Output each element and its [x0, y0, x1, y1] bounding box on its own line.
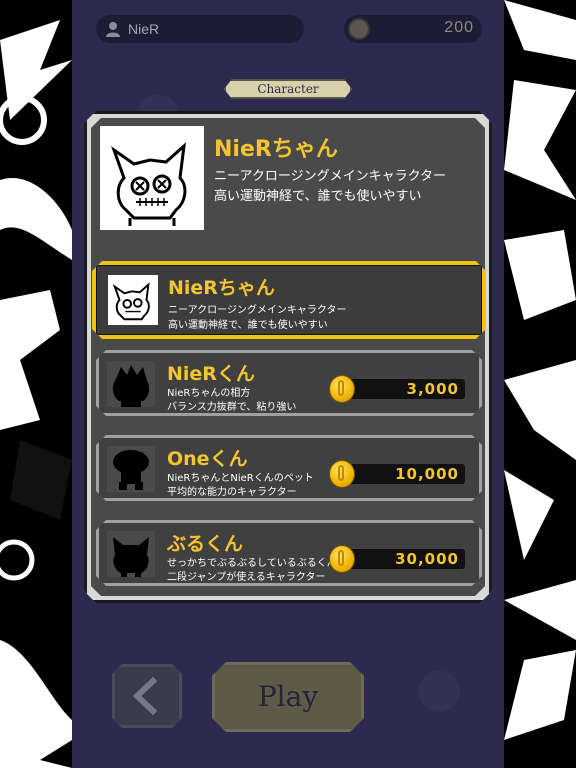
character-desc-line2: バランス力抜群で、粘り強い [167, 402, 297, 413]
selected-character-portrait [100, 126, 204, 230]
selected-character-name: NieRちゃん [214, 137, 338, 162]
character-desc-line1: NieRちゃんの相方 [167, 388, 251, 399]
buru-kun-silhouette [107, 531, 155, 577]
section-title: Character [224, 79, 352, 99]
user-bar: NieR [96, 15, 304, 43]
character-price: 10,000 [395, 465, 459, 483]
character-desc-line2: 高い運動神経で、誰でも使いやすい [168, 320, 328, 331]
selected-character-desc-line2: 高い運動神経で、誰でも使いやすい [214, 189, 422, 204]
coin-icon [329, 545, 355, 573]
character-name: Oneくん [167, 448, 248, 470]
one-kun-silhouette [107, 446, 155, 492]
coin-balance: 200 [444, 19, 474, 36]
character-row-buru-kun[interactable]: ぶるくん せっかちでぶるぶるしているぶるくん 二段ジャンプが使えるキャラクター … [96, 520, 482, 586]
character-desc-line1: ニーアクロージングメインキャラクター [168, 305, 347, 316]
coin-icon [348, 18, 370, 40]
character-price: 3,000 [406, 380, 459, 398]
character-desc-line2: 平均的な能力のキャラクター [167, 487, 297, 498]
character-desc-line2: 二段ジャンプが使えるキャラクター [167, 572, 326, 583]
coin-balance-bar: 200 [344, 15, 482, 43]
coin-icon [329, 375, 355, 403]
price-tag: 30,000 [337, 549, 465, 569]
nier-chan-thumbnail [108, 275, 158, 325]
character-row-nier-kun[interactable]: NieRくん NieRちゃんの相方 バランス力抜群で、粘り強い 3,000 [96, 350, 482, 416]
chevron-left-icon [115, 667, 179, 725]
nier-kun-silhouette [107, 361, 155, 407]
character-desc-line1: NieRちゃんとNieRくんのペット [167, 473, 314, 484]
selected-character-desc-line1: ニーアクロージングメインキャラクター [214, 169, 447, 184]
character-row-one-kun[interactable]: Oneくん NieRちゃんとNieRくんのペット 平均的な能力のキャラクター 1… [96, 435, 482, 501]
character-name: NieRくん [167, 363, 255, 385]
price-tag: 10,000 [337, 464, 465, 484]
character-name: ぶるくん [167, 533, 244, 555]
user-name: NieR [128, 21, 160, 37]
back-button[interactable] [112, 664, 182, 728]
character-desc-line1: せっかちでぶるぶるしているぶるくん [167, 558, 337, 569]
price-tag: 3,000 [337, 379, 465, 399]
character-price: 30,000 [395, 550, 459, 568]
character-row-nier-chan[interactable]: NieRちゃん ニーアクロージングメインキャラクター 高い運動神経で、誰でも使い… [92, 261, 486, 339]
user-icon [106, 22, 120, 37]
coin-icon [329, 460, 355, 488]
play-button[interactable]: Play [212, 662, 364, 732]
right-backdrop-art [504, 0, 576, 768]
left-backdrop-art [0, 0, 72, 768]
character-name: NieRちゃん [168, 277, 275, 299]
